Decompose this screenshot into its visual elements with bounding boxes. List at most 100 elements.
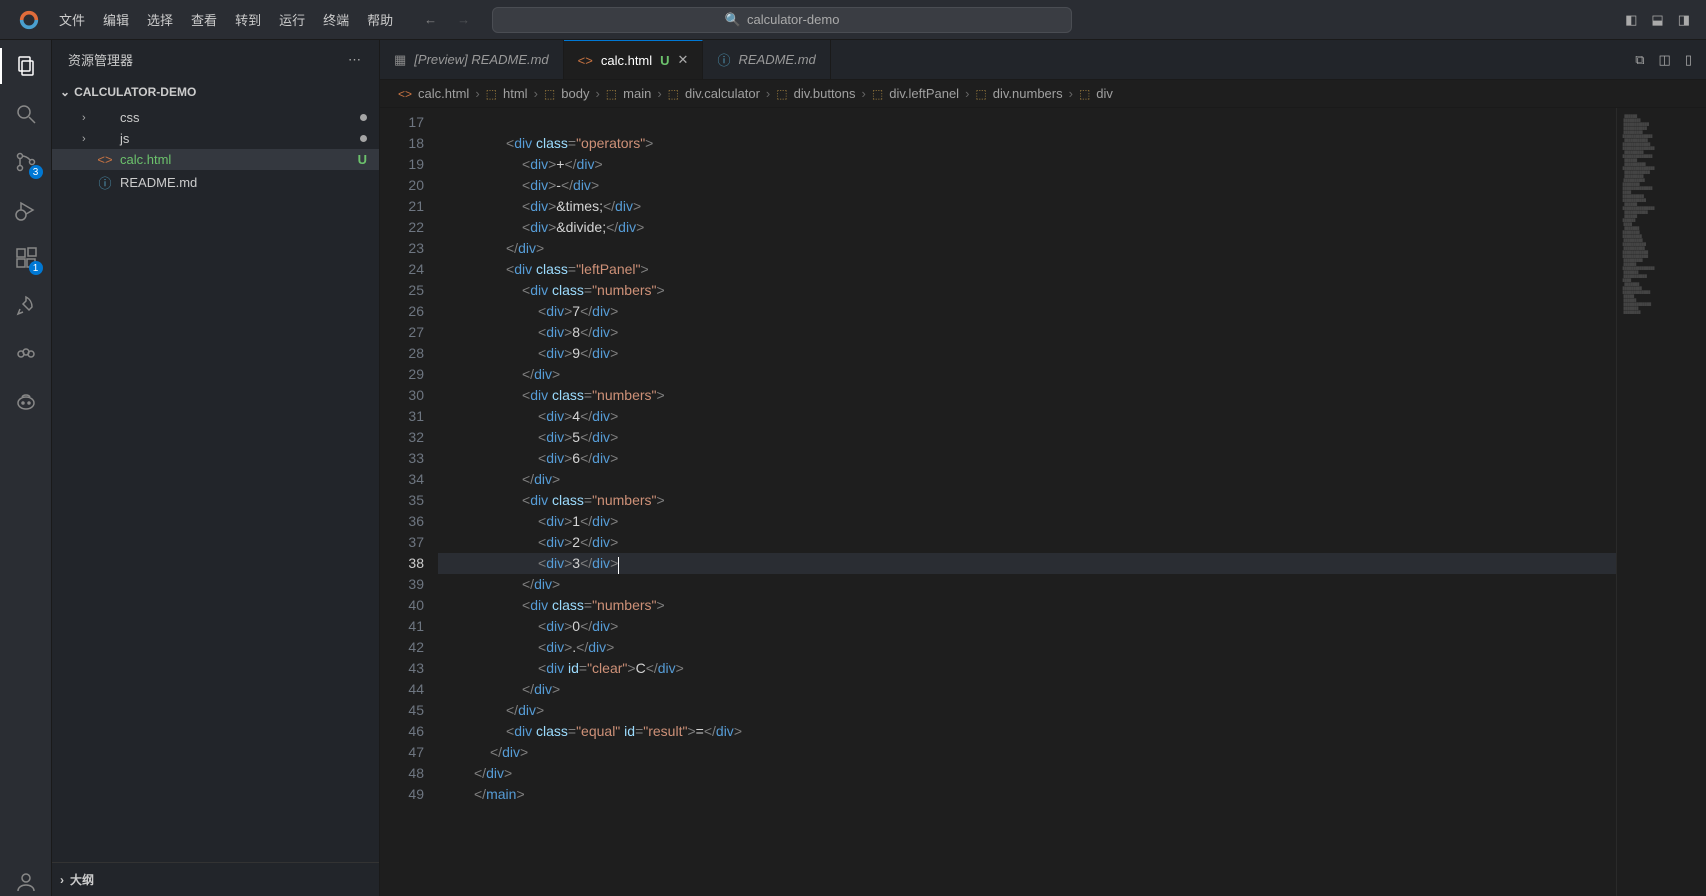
tree-item-calc-html[interactable]: <>calc.htmlU xyxy=(52,149,379,170)
activity-search-icon[interactable] xyxy=(12,100,40,128)
line-number: 36 xyxy=(380,511,424,532)
code-line[interactable]: <div class="numbers"> xyxy=(438,595,1616,616)
symbol-icon: ⬚ xyxy=(486,87,497,101)
code-line[interactable]: <div>.</div> xyxy=(438,637,1616,658)
activity-rocket-icon[interactable] xyxy=(12,292,40,320)
code-line[interactable]: <div class="numbers"> xyxy=(438,280,1616,301)
code-line[interactable]: </div> xyxy=(438,469,1616,490)
breadcrumb-item[interactable]: div xyxy=(1096,86,1113,101)
code-line[interactable]: <div>1</div> xyxy=(438,511,1616,532)
activity-cloud-icon[interactable] xyxy=(12,340,40,368)
modified-dot-icon xyxy=(360,135,367,142)
minimap[interactable]: ██████ ████████ ████████████ ███████████… xyxy=(1616,108,1706,896)
chevron-right-icon: › xyxy=(657,86,661,101)
code-line[interactable]: </div> xyxy=(438,700,1616,721)
menu-edit[interactable]: 编辑 xyxy=(94,4,138,35)
toggle-sidebar-icon[interactable]: ▯ xyxy=(1685,52,1692,68)
activity-account-icon[interactable] xyxy=(12,868,40,896)
line-number: 20 xyxy=(380,175,424,196)
activity-extensions-icon[interactable]: 1 xyxy=(12,244,40,272)
code-line[interactable]: </div> xyxy=(438,238,1616,259)
activity-debug-icon[interactable] xyxy=(12,196,40,224)
breadcrumb-item[interactable]: div.buttons xyxy=(794,86,856,101)
menu-go[interactable]: 转到 xyxy=(226,4,270,35)
tab--preview-readme-md[interactable]: ▦[Preview] README.md xyxy=(380,40,564,79)
menu-terminal[interactable]: 终端 xyxy=(314,4,358,35)
code-line[interactable] xyxy=(438,112,1616,133)
compare-changes-icon[interactable]: ⧉ xyxy=(1635,52,1644,68)
file-label: js xyxy=(120,131,129,146)
code-line[interactable]: <div class="leftPanel"> xyxy=(438,259,1616,280)
toggle-panel-left-icon[interactable]: ◧ xyxy=(1625,12,1637,28)
breadcrumb-item[interactable]: div.numbers xyxy=(993,86,1063,101)
code-line[interactable]: <div class="numbers"> xyxy=(438,490,1616,511)
code-line[interactable]: <div>&times;</div> xyxy=(438,196,1616,217)
code-line[interactable]: <div>7</div> xyxy=(438,301,1616,322)
nav-back-icon[interactable]: ← xyxy=(424,12,437,27)
code-line[interactable]: <div>&divide;</div> xyxy=(438,217,1616,238)
code-line[interactable]: <div>6</div> xyxy=(438,448,1616,469)
close-icon[interactable]: ✕ xyxy=(678,52,689,68)
command-center[interactable]: 🔍 calculator-demo xyxy=(492,7,1072,33)
outline-header[interactable]: › 大纲 xyxy=(52,862,379,896)
line-number: 24 xyxy=(380,259,424,280)
tab-calc-html[interactable]: <>calc.html U ✕ xyxy=(564,40,704,79)
chevron-right-icon: › xyxy=(766,86,770,101)
code-line[interactable]: <div id="clear">C</div> xyxy=(438,658,1616,679)
menu-run[interactable]: 运行 xyxy=(270,4,314,35)
code-line[interactable]: </div> xyxy=(438,742,1616,763)
tab-icon: ⓘ xyxy=(717,50,730,69)
code-line[interactable]: </main> xyxy=(438,784,1616,805)
code-line[interactable]: <div>8</div> xyxy=(438,322,1616,343)
breadcrumb[interactable]: <>calc.html›⬚html›⬚body›⬚main›⬚div.calcu… xyxy=(380,80,1706,108)
code-content[interactable]: <div class="operators"><div>+</div><div>… xyxy=(438,108,1616,896)
code-line[interactable]: <div>9</div> xyxy=(438,343,1616,364)
code-line[interactable]: <div class="numbers"> xyxy=(438,385,1616,406)
code-line[interactable]: </div> xyxy=(438,574,1616,595)
chevron-right-icon: › xyxy=(862,86,866,101)
tree-item-README-md[interactable]: ⓘREADME.md xyxy=(52,170,379,195)
sidebar-more-icon[interactable]: ⋯ xyxy=(348,52,363,68)
activity-scm-icon[interactable]: 3 xyxy=(12,148,40,176)
code-line[interactable]: <div class="equal" id="result">=</div> xyxy=(438,721,1616,742)
code-line[interactable]: <div>2</div> xyxy=(438,532,1616,553)
breadcrumb-item[interactable]: body xyxy=(561,86,589,101)
toggle-panel-right-icon[interactable]: ◨ xyxy=(1678,12,1690,28)
line-number: 46 xyxy=(380,721,424,742)
code-line[interactable]: <div>-</div> xyxy=(438,175,1616,196)
code-line[interactable]: <div class="operators"> xyxy=(438,133,1616,154)
code-line[interactable]: <div>0</div> xyxy=(438,616,1616,637)
code-editor[interactable]: 1718192021222324252627282930313233343536… xyxy=(380,108,1706,896)
menu-help[interactable]: 帮助 xyxy=(358,4,402,35)
breadcrumb-item[interactable]: main xyxy=(623,86,651,101)
breadcrumb-item[interactable]: html xyxy=(503,86,528,101)
tab-readme-md[interactable]: ⓘREADME.md xyxy=(703,40,830,79)
menu-view[interactable]: 查看 xyxy=(182,4,226,35)
chevron-right-icon: › xyxy=(1069,86,1073,101)
nav-forward-icon[interactable]: → xyxy=(457,12,470,27)
breadcrumb-item[interactable]: div.leftPanel xyxy=(889,86,959,101)
breadcrumb-item[interactable]: div.calculator xyxy=(685,86,760,101)
file-label: css xyxy=(120,110,140,125)
tree-item-css[interactable]: ›css xyxy=(52,107,379,128)
activity-explorer-icon[interactable] xyxy=(12,52,40,80)
tree-item-js[interactable]: ›js xyxy=(52,128,379,149)
code-line[interactable]: <div>4</div> xyxy=(438,406,1616,427)
line-number: 40 xyxy=(380,595,424,616)
code-line[interactable]: </div> xyxy=(438,364,1616,385)
project-header[interactable]: ⌄ CALCULATOR-DEMO xyxy=(52,79,379,105)
toggle-panel-bottom-icon[interactable]: ⬓ xyxy=(1651,12,1663,28)
breadcrumb-item[interactable]: calc.html xyxy=(418,86,469,101)
code-line[interactable]: <div>5</div> xyxy=(438,427,1616,448)
split-editor-icon[interactable]: ◫ xyxy=(1659,52,1671,68)
code-line[interactable]: <div>3</div> xyxy=(438,553,1616,574)
code-line[interactable]: <div>+</div> xyxy=(438,154,1616,175)
menu-select[interactable]: 选择 xyxy=(138,4,182,35)
file-label: README.md xyxy=(120,175,197,190)
line-number: 45 xyxy=(380,700,424,721)
command-center-text: calculator-demo xyxy=(747,12,840,27)
menu-file[interactable]: 文件 xyxy=(50,4,94,35)
activity-copilot-icon[interactable] xyxy=(12,388,40,416)
code-line[interactable]: </div> xyxy=(438,763,1616,784)
code-line[interactable]: </div> xyxy=(438,679,1616,700)
